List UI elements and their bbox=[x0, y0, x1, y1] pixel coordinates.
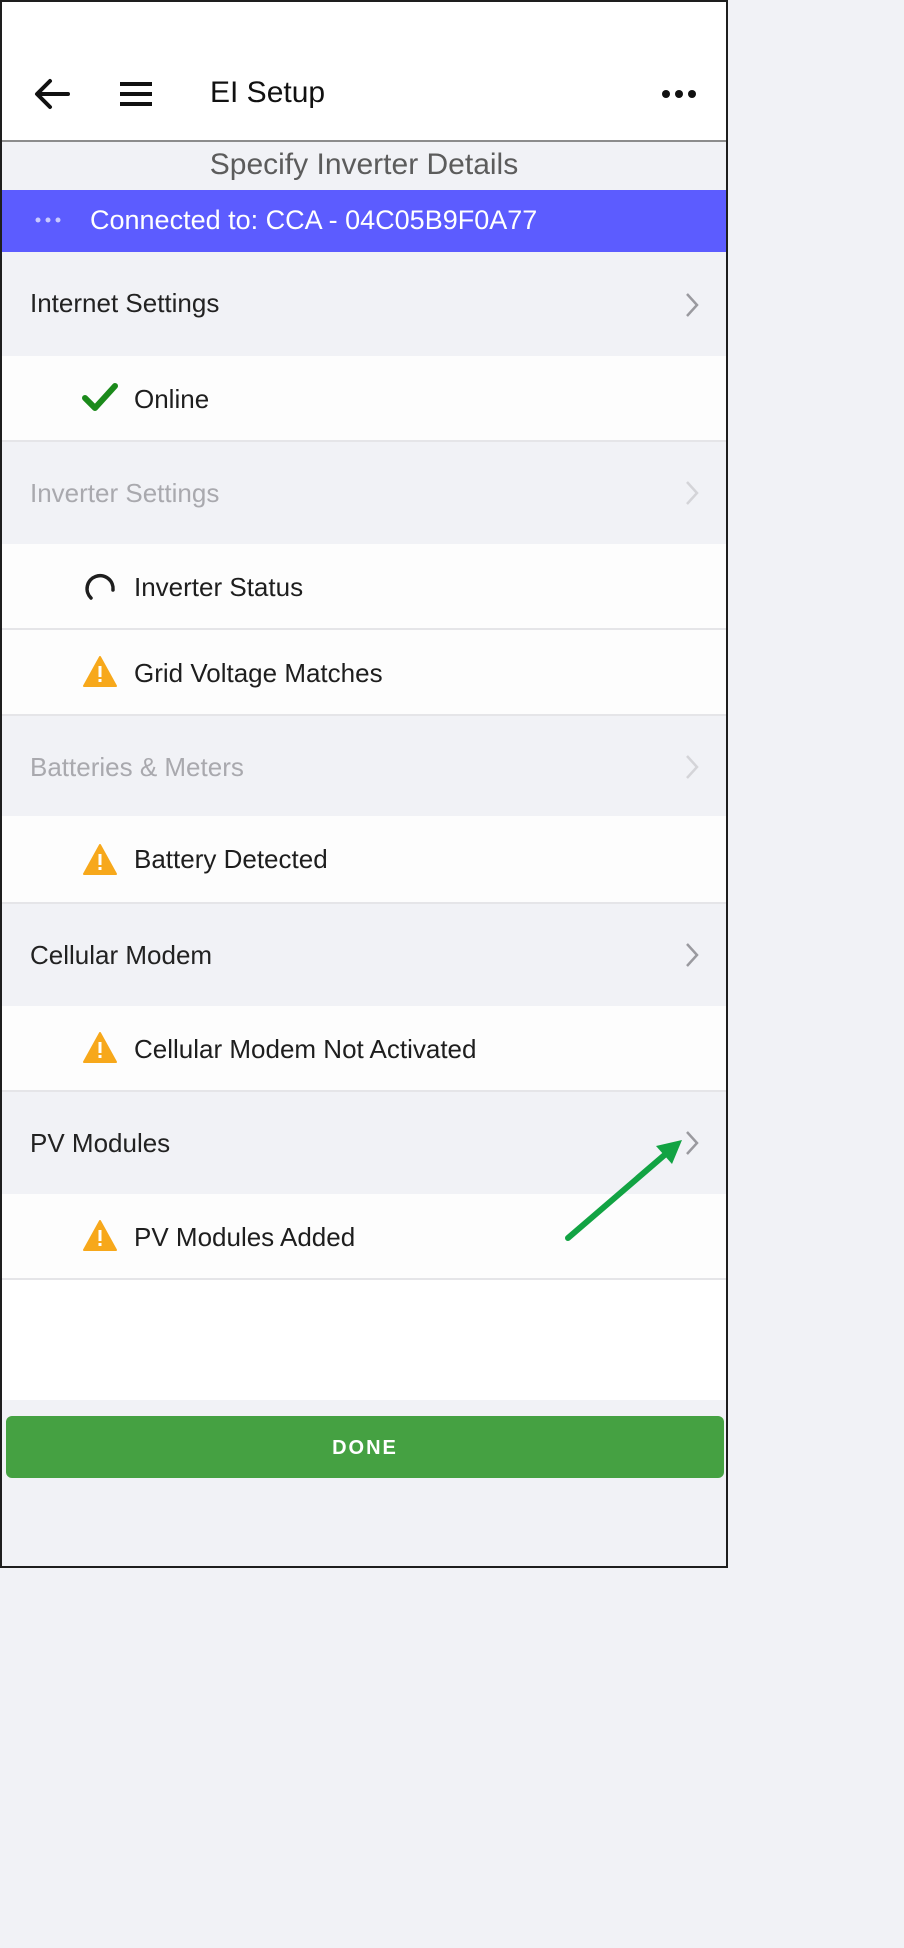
loading-spinner-icon bbox=[85, 573, 115, 600]
section-label: PV Modules bbox=[30, 1128, 171, 1158]
connection-text: Connected to: CCA - 04C05B9F0A77 bbox=[90, 205, 538, 235]
status-item-online: Online bbox=[2, 356, 726, 442]
status-label: PV Modules Added bbox=[134, 1222, 356, 1252]
status-item-cellular-modem: Cellular Modem Not Activated bbox=[2, 1006, 726, 1092]
status-item-battery-detected: Battery Detected bbox=[2, 816, 726, 904]
chevron-right-icon bbox=[686, 943, 699, 967]
subheader: Specify Inverter Details bbox=[2, 142, 726, 190]
section-label: Cellular Modem bbox=[30, 940, 213, 970]
section-cellular-modem[interactable]: Cellular Modem bbox=[2, 904, 726, 1006]
status-label: Online bbox=[134, 384, 210, 414]
back-arrow-icon[interactable] bbox=[30, 72, 74, 116]
status-label: Inverter Status bbox=[134, 572, 304, 602]
warning-icon bbox=[83, 1220, 117, 1251]
chevron-right-icon bbox=[686, 293, 699, 317]
chevron-right-icon bbox=[686, 481, 699, 505]
warning-icon bbox=[83, 1032, 117, 1063]
section-internet-settings[interactable]: Internet Settings bbox=[2, 252, 726, 356]
more-options-icon[interactable] bbox=[652, 72, 702, 116]
connection-dots-icon bbox=[35, 217, 61, 223]
section-label: Inverter Settings bbox=[30, 478, 220, 508]
check-icon bbox=[82, 383, 118, 411]
warning-icon bbox=[83, 656, 117, 687]
empty-list-area bbox=[2, 1280, 726, 1400]
connection-status-bar: Connected to: CCA - 04C05B9F0A77 bbox=[2, 190, 726, 252]
app-bar: EI Setup bbox=[2, 2, 726, 142]
status-item-grid-voltage: Grid Voltage Matches bbox=[2, 630, 726, 716]
annotation-arrow-icon bbox=[565, 1140, 682, 1241]
status-label: Cellular Modem Not Activated bbox=[134, 1034, 477, 1064]
section-label: Batteries & Meters bbox=[30, 752, 244, 782]
section-label: Internet Settings bbox=[30, 288, 220, 318]
hamburger-menu-icon[interactable] bbox=[112, 72, 160, 116]
page-title: EI Setup bbox=[210, 76, 326, 109]
status-item-inverter-status: Inverter Status bbox=[2, 544, 726, 630]
screen: EI Setup Specify Inverter Details Connec… bbox=[0, 0, 728, 1568]
warning-icon bbox=[83, 844, 117, 875]
section-inverter-settings: Inverter Settings bbox=[2, 442, 726, 544]
chevron-right-icon bbox=[686, 755, 699, 779]
status-label: Grid Voltage Matches bbox=[134, 658, 383, 688]
done-button[interactable]: DONE bbox=[6, 1416, 724, 1478]
section-batteries-meters: Batteries & Meters bbox=[2, 716, 726, 816]
status-label: Battery Detected bbox=[134, 844, 328, 874]
